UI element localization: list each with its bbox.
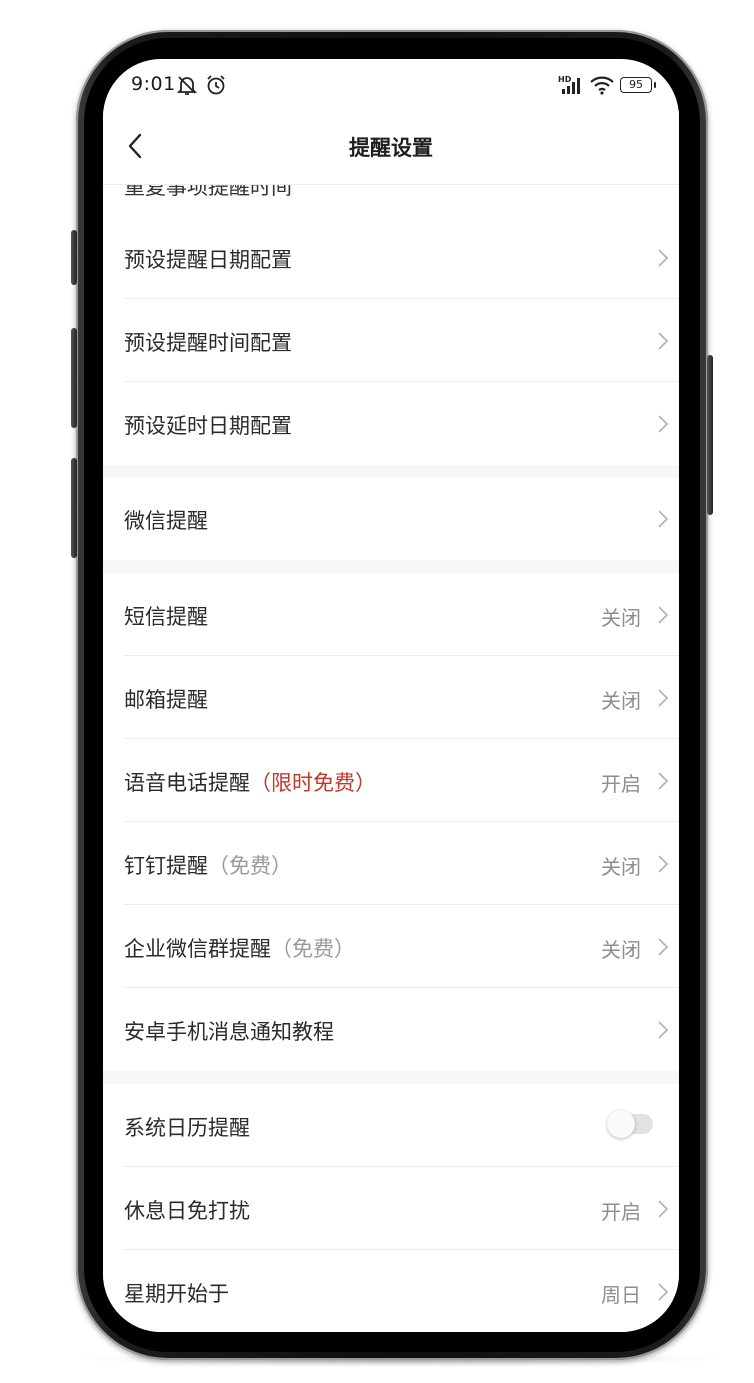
row-sms-reminder[interactable]: 短信提醒 关闭 [103, 574, 679, 656]
row-label-text: 语音电话提醒 [124, 771, 250, 795]
row-label: 企业微信群提醒（免费） [124, 933, 355, 963]
row-divider [124, 821, 679, 822]
nav-bar: 提醒设置 [103, 111, 679, 185]
row-label: 星期开始于 [124, 1282, 229, 1306]
row-email-reminder[interactable]: 邮箱提醒 关闭 [103, 657, 679, 739]
row-divider [124, 1166, 679, 1167]
limited-free-tag: （限时免费） [250, 771, 376, 795]
canvas: 9:01 HD 95 提醒设置 重复事项提醒时间 预设提醒日期配置 预设提醒时间… [0, 0, 754, 1383]
chevron-right-icon [658, 1021, 669, 1039]
phone-screen: 9:01 HD 95 提醒设置 重复事项提醒时间 预设提醒日期配置 预设提醒时间… [103, 59, 679, 1332]
signal-icon [562, 78, 580, 94]
chevron-right-icon [658, 689, 669, 707]
row-system-calendar-reminder[interactable]: 系统日历提醒 [103, 1085, 679, 1167]
row-value: 关闭 [601, 855, 641, 879]
free-tag: （免费） [271, 937, 355, 961]
row-voice-call-reminder[interactable]: 语音电话提醒（限时免费） 开启 [103, 740, 679, 822]
row-wecom-group-reminder[interactable]: 企业微信群提醒（免费） 关闭 [103, 906, 679, 988]
calendar-toggle[interactable] [607, 1110, 653, 1138]
mute-bell-icon [176, 76, 198, 95]
row-week-starts-on[interactable]: 星期开始于 周日 [103, 1251, 679, 1332]
row-rest-day-dnd[interactable]: 休息日免打扰 开启 [103, 1168, 679, 1250]
row-label: 预设延时日期配置 [124, 414, 292, 438]
row-label-text: 企业微信群提醒 [124, 937, 271, 961]
row-divider [124, 904, 679, 905]
battery-icon: 95 [620, 77, 652, 93]
row-label: 钉钉提醒（免费） [124, 850, 292, 880]
wifi-icon [590, 76, 614, 95]
toggle-knob [607, 1110, 635, 1138]
row-value: 周日 [601, 1283, 641, 1307]
power-button [707, 355, 713, 515]
row-android-notification-tutorial[interactable]: 安卓手机消息通知教程 [103, 989, 679, 1071]
chevron-right-icon [658, 1283, 669, 1301]
volume-up-button [71, 328, 77, 428]
row-label: 微信提醒 [124, 509, 208, 533]
chevron-right-icon [658, 249, 669, 267]
chevron-right-icon [658, 855, 669, 873]
page-title: 提醒设置 [349, 136, 433, 160]
row-label-text: 钉钉提醒 [124, 854, 208, 878]
chevron-right-icon [658, 938, 669, 956]
chevron-right-icon [658, 415, 669, 433]
row-delay-date-config[interactable]: 预设延时日期配置 [103, 383, 679, 465]
row-value: 关闭 [601, 606, 641, 630]
row-label: 短信提醒 [124, 605, 208, 629]
free-tag: （免费） [208, 854, 292, 878]
row-divider [124, 738, 679, 739]
alarm-icon [207, 75, 225, 95]
chevron-right-icon [658, 772, 669, 790]
row-value: 开启 [601, 772, 641, 796]
row-value: 关闭 [601, 689, 641, 713]
chevron-right-icon [658, 510, 669, 528]
section-gap [103, 1071, 679, 1084]
row-divider [124, 987, 679, 988]
chevron-right-icon [658, 332, 669, 350]
section-gap [103, 560, 679, 573]
battery-tip [654, 82, 656, 88]
row-dingtalk-reminder[interactable]: 钉钉提醒（免费） 关闭 [103, 823, 679, 905]
clipped-row-label: 重复事项提醒时间 [124, 185, 292, 199]
row-label: 休息日免打扰 [124, 1199, 250, 1223]
row-label: 邮箱提醒 [124, 688, 208, 712]
section-gap [103, 465, 679, 478]
row-label: 安卓手机消息通知教程 [124, 1020, 334, 1044]
row-wechat-reminder[interactable]: 微信提醒 [103, 478, 679, 560]
row-value: 关闭 [601, 938, 641, 962]
volume-silent-switch [71, 230, 77, 285]
row-label: 预设提醒时间配置 [124, 331, 292, 355]
row-divider [124, 1249, 679, 1250]
row-label: 系统日历提醒 [124, 1116, 250, 1140]
row-divider [124, 655, 679, 656]
chevron-right-icon [658, 1200, 669, 1218]
row-label: 预设提醒日期配置 [124, 248, 292, 272]
row-divider [124, 298, 679, 299]
status-time: 9:01 [131, 73, 176, 95]
row-reminder-time-config[interactable]: 预设提醒时间配置 [103, 300, 679, 382]
settings-list[interactable]: 重复事项提醒时间 预设提醒日期配置 预设提醒时间配置 预设延时日期配置 微信提醒 [103, 185, 679, 1332]
chevron-right-icon [658, 606, 669, 624]
volume-down-button [71, 458, 77, 558]
row-reminder-date-config[interactable]: 预设提醒日期配置 [103, 217, 679, 299]
row-label: 语音电话提醒（限时免费） [124, 767, 376, 797]
status-bar: 9:01 HD 95 [103, 59, 679, 111]
row-divider [124, 381, 679, 382]
row-value: 开启 [601, 1200, 641, 1224]
